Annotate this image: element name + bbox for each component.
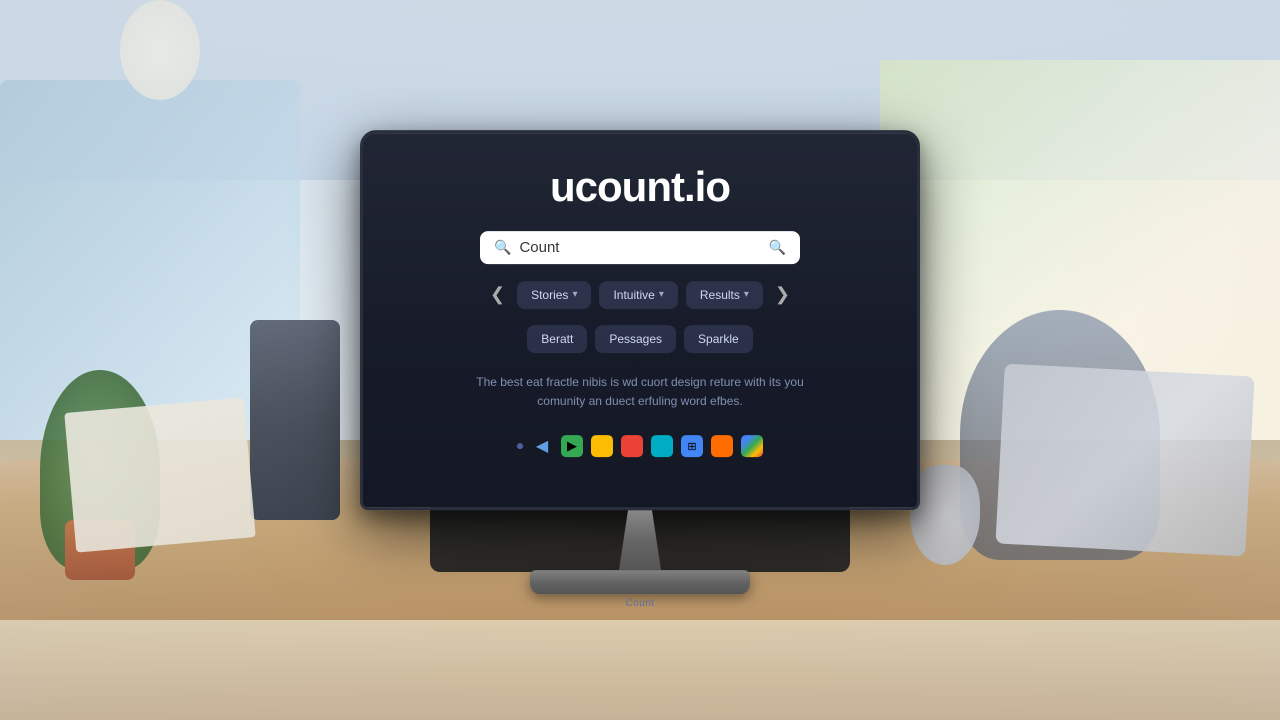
monitor-screen: ucount.io 🔍 Count 🔍 ❮ Stories ▾ Intuitiv…: [360, 130, 920, 510]
chevron-icon: ▾: [659, 289, 664, 300]
filter-beratt[interactable]: Beratt: [527, 325, 587, 353]
filter-stories[interactable]: Stories ▾: [517, 281, 591, 309]
filter-row-1: ❮ Stories ▾ Intuitive ▾ Results ▾ ❯: [387, 280, 893, 309]
filter-stories-label: Stories: [531, 288, 568, 302]
notebook: [64, 397, 256, 552]
mouse: [910, 465, 980, 565]
taskbar-dot: [517, 443, 523, 449]
app-logo: ucount.io: [550, 163, 730, 211]
filter-intuitive[interactable]: Intuitive ▾: [599, 281, 677, 309]
filter-intuitive-label: Intuitive: [613, 288, 654, 302]
taskbar-back-icon[interactable]: ◀: [531, 435, 553, 457]
nav-arrow-right[interactable]: ❯: [771, 280, 794, 309]
search-bar[interactable]: 🔍 Count 🔍: [480, 231, 800, 264]
taskbar: ◀ ▶ ⊞: [517, 435, 763, 457]
search-icon-right[interactable]: 🔍: [769, 239, 786, 256]
chevron-icon: ▾: [572, 289, 577, 300]
monitor-stand-base: [530, 570, 750, 594]
taskbar-icon-yellow[interactable]: [591, 435, 613, 457]
taskbar-icon-orange[interactable]: [711, 435, 733, 457]
computer-tower: [250, 320, 340, 520]
filter-results[interactable]: Results ▾: [686, 281, 763, 309]
filter-results-label: Results: [700, 288, 740, 302]
filter-sparkle[interactable]: Sparkle: [684, 325, 753, 353]
taskbar-icon-teal[interactable]: [651, 435, 673, 457]
nav-arrow-left[interactable]: ❮: [486, 280, 509, 309]
filter-group-2: Beratt Pessages Sparkle: [527, 325, 752, 353]
taskbar-icon-red[interactable]: [621, 435, 643, 457]
chevron-icon: ▾: [744, 289, 749, 300]
description-text: The best eat fractle nibis is wd cuort d…: [470, 373, 810, 411]
monitor-label: Count: [625, 598, 654, 609]
search-input[interactable]: Count: [519, 239, 760, 256]
monitor: ucount.io 🔍 Count 🔍 ❮ Stories ▾ Intuitiv…: [360, 130, 920, 609]
filter-group-1: Stories ▾ Intuitive ▾ Results ▾: [517, 281, 763, 309]
taskbar-icon-green[interactable]: ▶: [561, 435, 583, 457]
filter-row-2: Beratt Pessages Sparkle: [387, 325, 893, 353]
screen-content: ucount.io 🔍 Count 🔍 ❮ Stories ▾ Intuitiv…: [387, 163, 893, 457]
laptop: [995, 364, 1254, 557]
taskbar-icon-multicolor[interactable]: [741, 435, 763, 457]
lamp: [120, 0, 200, 100]
search-icon-left: 🔍: [494, 239, 511, 256]
monitor-stand-neck: [610, 510, 670, 570]
taskbar-icon-blue[interactable]: ⊞: [681, 435, 703, 457]
filter-pessages[interactable]: Pessages: [595, 325, 676, 353]
